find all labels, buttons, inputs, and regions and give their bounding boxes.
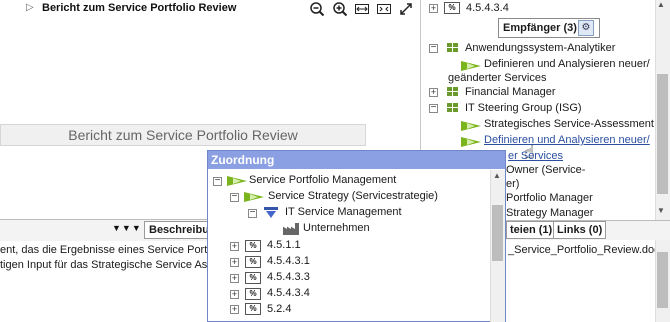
- expand-toggle[interactable]: +: [230, 274, 239, 283]
- role-icon: [447, 87, 459, 97]
- collapse-toggle[interactable]: −: [429, 43, 438, 53]
- tree-item-label[interactable]: IT Steering Group (ISG): [465, 102, 582, 114]
- tree-item-link[interactable]: Definieren und Analysieren neuer/: [484, 134, 650, 146]
- popup-item-label[interactable]: 4.5.4.3.4: [267, 287, 310, 299]
- popup-item-label[interactable]: Service Strategy (Servicestrategie): [268, 190, 438, 202]
- tree-item-label[interactable]: Owner (Service-: [506, 164, 585, 176]
- kpi-icon: %: [245, 288, 261, 300]
- description-line: ent, das die Ergebnisse eines Service Po…: [0, 244, 208, 256]
- kpi-icon: %: [444, 2, 460, 14]
- zoom-out-icon[interactable]: [309, 1, 325, 17]
- role-icon: [447, 103, 459, 113]
- expand-arrow-icon[interactable]: ▷: [26, 2, 34, 13]
- tree-item-link[interactable]: er Services: [508, 150, 563, 162]
- tree-item-label[interactable]: Financial Manager: [465, 86, 556, 98]
- description-line: tigen Input für das Strategische Service…: [0, 259, 208, 271]
- kpi-icon: %: [245, 303, 261, 315]
- tab-links[interactable]: Links (0): [553, 221, 607, 239]
- popup-item-label[interactable]: 4.5.4.3.3: [267, 271, 310, 283]
- zoom-in-icon[interactable]: [332, 1, 348, 17]
- report-title-bar: Bericht zum Service Portfolio Review: [0, 124, 366, 146]
- fullscreen-icon[interactable]: [398, 1, 414, 17]
- tree-item-label[interactable]: 4.5.4.3.4: [466, 2, 509, 14]
- fit-width-icon[interactable]: [354, 1, 370, 17]
- hand-cursor-icon: ☝: [524, 142, 535, 162]
- fit-page-icon[interactable]: [376, 1, 392, 17]
- scroll-down-icon[interactable]: ▼: [657, 206, 665, 215]
- expand-toggle[interactable]: +: [230, 290, 239, 299]
- popup-item-label[interactable]: Service Portfolio Management: [249, 174, 396, 186]
- tab-files[interactable]: teien (1): [506, 221, 557, 239]
- attached-document[interactable]: _Service_Portfolio_Review.doc: [508, 244, 660, 256]
- details-scroll-thumb[interactable]: [657, 74, 668, 194]
- process-icon: [461, 121, 481, 131]
- attachments-scroll-thumb[interactable]: [657, 252, 668, 308]
- tree-item-label[interactable]: Definieren und Analysieren neuer/: [484, 58, 650, 70]
- collapse-toggle[interactable]: −: [429, 103, 438, 113]
- kpi-icon: %: [245, 272, 261, 284]
- collapse-toggle[interactable]: −: [213, 176, 222, 186]
- tree-item-label[interactable]: er): [506, 178, 519, 190]
- scroll-up-icon[interactable]: ▲: [493, 171, 501, 180]
- report-title: Bericht zum Service Portfolio Review: [42, 2, 237, 14]
- popup-item-label[interactable]: Unternehmen: [303, 222, 370, 234]
- popup-scroll-thumb[interactable]: [492, 205, 503, 261]
- popup-title: Zuordnung: [208, 151, 505, 169]
- service-icon: [264, 207, 278, 219]
- expand-toggle[interactable]: +: [230, 258, 239, 267]
- expand-toggle[interactable]: +: [230, 242, 239, 251]
- process-icon: [244, 192, 264, 202]
- expand-toggle[interactable]: +: [429, 88, 438, 97]
- recipients-config-icon[interactable]: ⚙: [578, 20, 594, 36]
- process-icon: [227, 176, 247, 186]
- process-icon: [461, 61, 481, 71]
- popup-item-label[interactable]: 4.5.1.1: [267, 239, 301, 251]
- tree-item-label[interactable]: geänderter Services: [448, 72, 546, 84]
- tree-item-label[interactable]: Strategy Manager: [506, 207, 593, 219]
- kpi-icon: %: [245, 256, 261, 268]
- process-icon: [461, 137, 481, 147]
- scroll-up-icon[interactable]: ▲: [657, 0, 665, 9]
- tree-item-label[interactable]: Strategisches Service-Assessment: [484, 118, 654, 130]
- popup-item-label[interactable]: 4.5.4.3.1: [267, 255, 310, 267]
- tree-item-label[interactable]: Portfolio Manager: [506, 192, 593, 204]
- tree-item-label[interactable]: Anwendungssystem-Analytiker: [465, 42, 615, 54]
- collapse-toggle[interactable]: −: [248, 208, 257, 218]
- collapse-toggle[interactable]: −: [230, 192, 239, 202]
- popup-item-label[interactable]: 5.2.4: [267, 303, 291, 315]
- expand-toggle[interactable]: +: [230, 305, 239, 314]
- collapse-arrows-icon[interactable]: ▼▼▼: [112, 223, 142, 233]
- expand-toggle[interactable]: +: [429, 4, 438, 13]
- popup-item-label[interactable]: IT Service Management: [285, 206, 402, 218]
- role-icon: [447, 43, 459, 53]
- kpi-icon: %: [245, 240, 261, 252]
